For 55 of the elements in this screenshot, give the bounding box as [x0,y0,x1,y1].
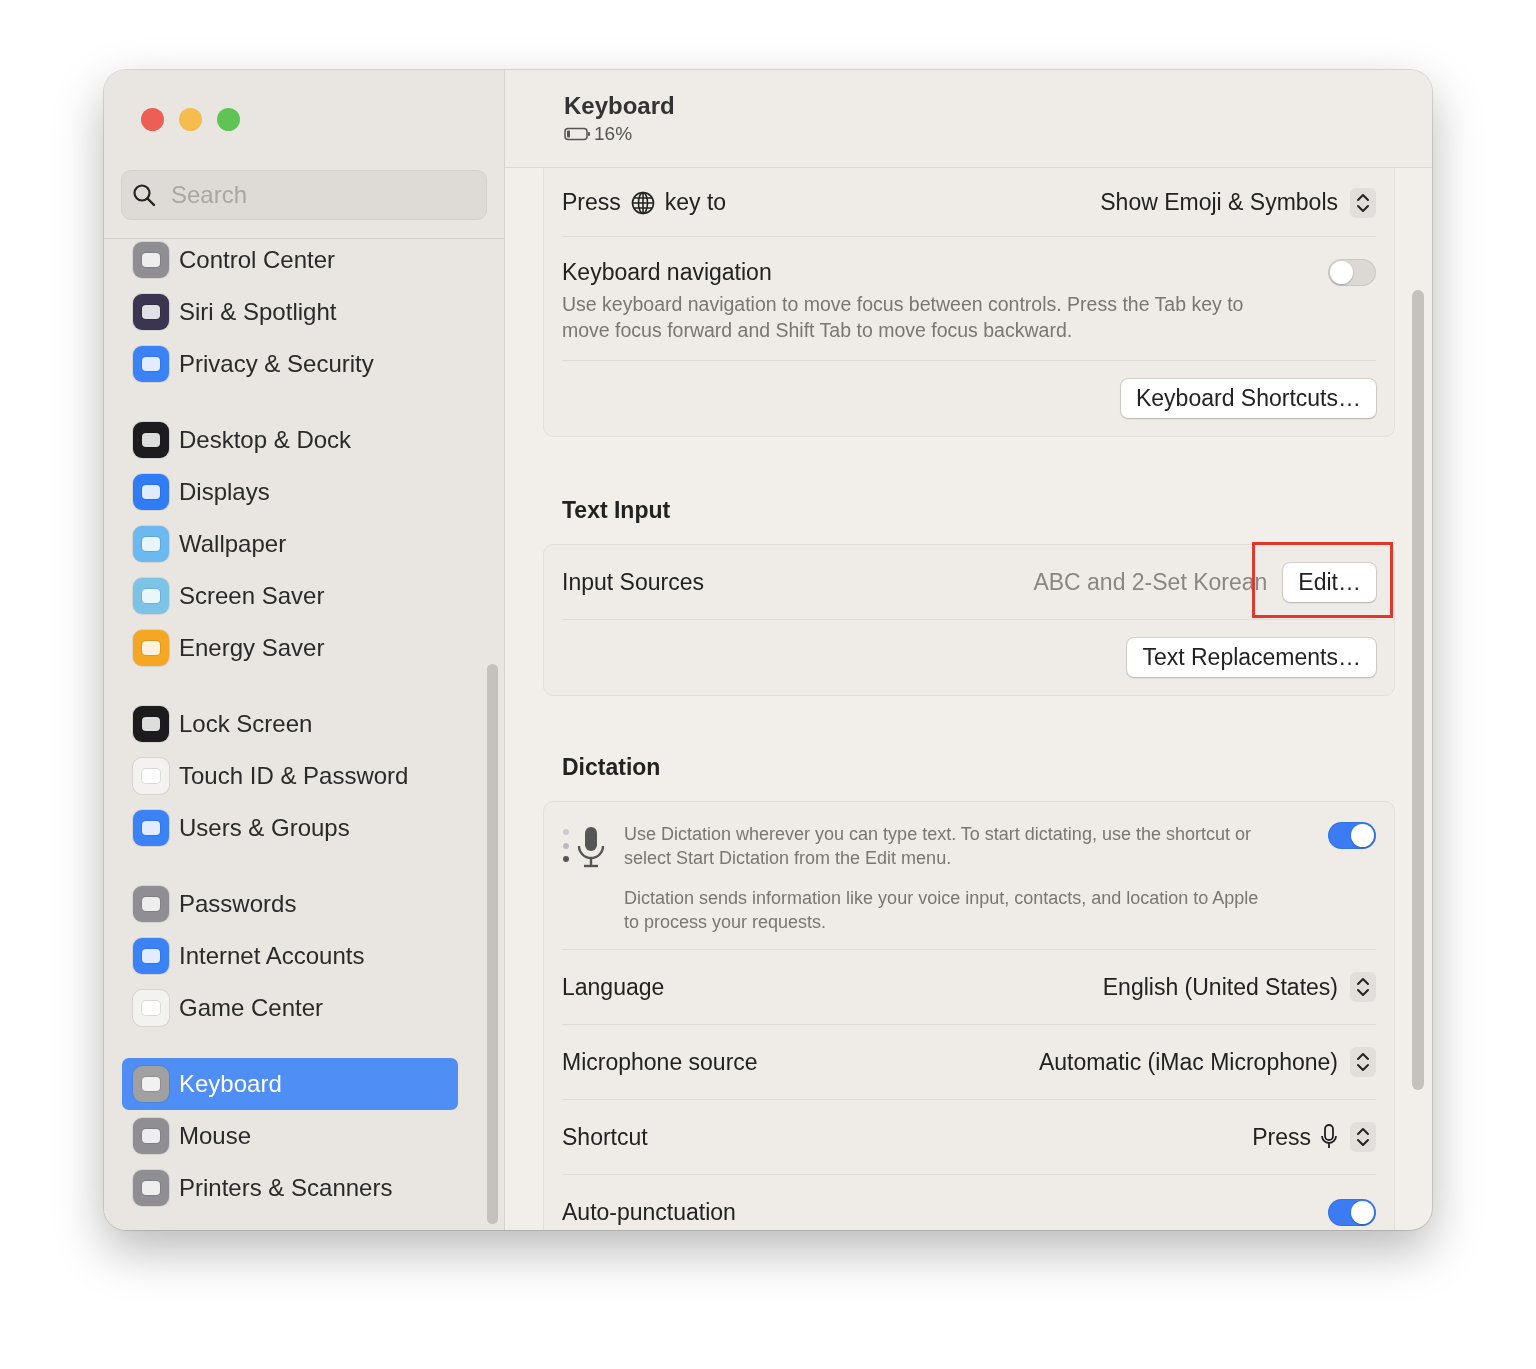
sidebar-item[interactable]: Mouse [122,1110,458,1162]
dictation-description: Use Dictation wherever you can type text. To start dictating, use the shortcut or select Start Dictation from the Edit menu. [624,823,1252,870]
sidebar-item[interactable]: Screen Saver [122,570,458,622]
zoom-button[interactable] [217,108,240,131]
row-label: Language [562,973,665,1001]
search-icon [132,183,156,207]
sidebar-item[interactable]: Internet Accounts [122,930,458,982]
row-label: Shortcut [562,1123,648,1151]
row-description: Use keyboard navigation to move focus between controls. Press the Tab key to move focus forward and Shift Tab to move focus backward. [562,292,1245,343]
globe-icon [630,190,655,215]
sidebar-item[interactable]: Lock Screen [122,698,458,750]
section-heading: Dictation [562,754,662,781]
battery-level: 16% [594,123,633,145]
keyboard-shortcuts-button[interactable]: Keyboard Shortcuts… [1121,379,1376,418]
sidebar-item[interactable]: Printers & Scanners [122,1162,458,1214]
sidebar-item[interactable]: Passwords [122,878,458,930]
row-label: Microphone source [562,1048,758,1076]
battery-icon [564,127,592,141]
row-label: key to [664,189,727,216]
sidebar-item[interactable]: Siri & Spotlight [122,286,458,338]
section-heading: Text Input [562,497,672,524]
row-label: Input Sources [562,568,704,596]
window-title: Keyboard [564,92,676,120]
toggle-switch[interactable] [1328,259,1376,286]
row-label: Keyboard navigation [562,259,773,286]
edit-button[interactable]: Edit… [1283,562,1376,602]
sidebar-item[interactable]: Game Center [122,982,458,1034]
sidebar-item[interactable]: Touch ID & Password [122,750,458,802]
scrollbar[interactable] [1412,290,1424,1090]
minimize-button[interactable] [179,108,202,131]
popup-button[interactable]: English (United States) [1102,972,1376,1002]
sidebar-item[interactable]: Desktop & Dock [122,414,458,466]
popup-button[interactable]: Show Emoji & Symbols [1100,187,1376,218]
popup-button[interactable]: Automatic (iMac Microphone) [1038,1047,1376,1077]
microphone-icon [562,826,606,868]
row-label: Press [562,189,621,216]
stepper-icon [1350,187,1376,218]
stepper-icon [1350,1122,1376,1152]
stepper-icon [1350,1047,1376,1077]
row-label: Auto-punctuation [562,1198,736,1226]
microphone-icon [1320,1124,1338,1150]
toggle-switch[interactable] [1328,822,1376,849]
sidebar-item[interactable]: Privacy & Security [122,338,458,390]
text-replacements-button[interactable]: Text Replacements… [1127,638,1376,677]
scrollbar[interactable] [487,664,498,1224]
popup-button[interactable]: Press [1252,1122,1376,1152]
sidebar-item[interactable]: Users & Groups [122,802,458,854]
sidebar-item[interactable]: Control Center [122,239,458,286]
sidebar-item[interactable]: Wallpaper [122,518,458,570]
stepper-icon [1350,972,1376,1002]
close-button[interactable] [141,108,164,131]
toggle-switch[interactable] [1328,1198,1376,1226]
sidebar-item[interactable]: Displays [122,466,458,518]
sidebar-item[interactable]: Energy Saver [122,622,458,674]
privacy-note: Dictation sends information like your voice input, contacts, and location to Apple to process your requests. [624,887,1260,934]
